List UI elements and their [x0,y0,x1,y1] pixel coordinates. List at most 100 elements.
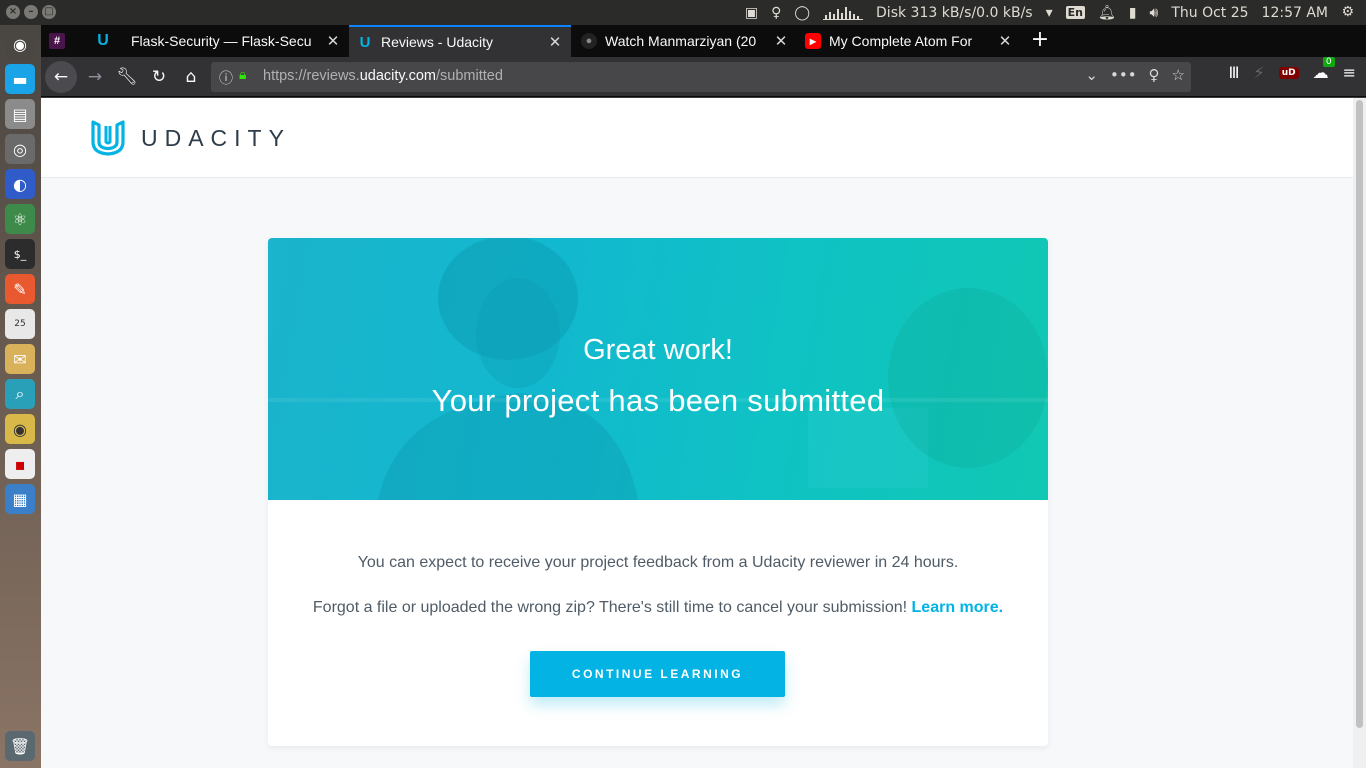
learn-more-link[interactable]: Learn more. [912,599,1004,616]
extension-icon[interactable]: ☁ 0 [1313,57,1335,82]
hero-background-illustration [268,238,1048,500]
library-icon[interactable]: Ⅲ [1228,63,1239,82]
power-gear-icon[interactable]: ⚙ [1341,4,1354,20]
feedback-info-text: You can expect to receive your project f… [357,554,959,571]
arrow-left-icon: ← [53,67,69,87]
continue-learning-button[interactable]: CONTINUE LEARNING [530,651,785,697]
browser-tools: Ⅲ ⚡︎ uD ☁ 0 ≡ [1228,57,1366,82]
document-viewer-icon[interactable]: ▪ [5,449,35,479]
trash-icon[interactable]: 🗑︎ [5,731,35,761]
lock-icon[interactable]: 🔒︎ [239,67,246,83]
firefox-icon[interactable]: ◐ [5,169,35,199]
youtube-icon: ▶ [805,33,821,49]
tab-watch-manmarziyan[interactable]: ● Watch Manmarziyan (20 ✕ [573,25,797,57]
forward-button[interactable]: → [81,63,109,91]
compass-icon[interactable]: ✎ [5,274,35,304]
close-tab-icon[interactable]: ✕ [547,33,563,51]
system-tray: ▣ ♀ ◯ Disk 313 kB/s/0.0 kB/s ▾ En 🔔︎ ▮ 🔊… [745,0,1366,25]
network-graph [823,6,864,20]
page-actions-icon[interactable]: ••• [1110,66,1137,84]
calendar-icon[interactable]: 25 [5,309,35,339]
arrow-right-icon: → [87,67,103,87]
system-top-panel: × – □ ▣ ♀ ◯ Disk 313 kB/s/0.0 kB/s ▾ En … [0,0,1366,25]
hero-subtitle: Your project has been submitted [431,383,885,418]
volume-icon[interactable]: 🔊︎ [1150,5,1159,21]
new-tab-button[interactable]: + [1028,29,1052,53]
wrench-icon: 🔧︎ [116,67,138,87]
tab-pinned-udacity[interactable]: U [87,25,123,57]
hero-title: Great work! [583,334,733,366]
mail-icon[interactable]: ✉ [5,344,35,374]
home-icon: ⌂ [185,67,197,87]
url-actions: ⌄ ••• ♀ ☆ [1085,66,1185,84]
window-controls: × – □ [6,5,56,19]
close-tab-icon[interactable]: ✕ [773,32,789,50]
tab-pinned-hash[interactable]: # [41,25,77,57]
close-window-button[interactable]: × [6,5,20,19]
terminal-icon[interactable]: $_ [5,239,35,269]
workspaces-icon[interactable]: ▦ [5,484,35,514]
page-scrollbar[interactable] [1353,98,1366,768]
home-button[interactable]: ⌂ [177,63,205,91]
files-icon[interactable]: ▬ [5,64,35,94]
date-indicator[interactable]: Thu Oct 25 [1171,5,1248,21]
close-tab-icon[interactable]: ✕ [997,32,1013,50]
page-viewport: UDACITY Great work! Your project has bee… [41,98,1353,768]
bookmark-star-icon[interactable]: ☆ [1172,66,1185,84]
udacity-icon: U [97,32,109,49]
minimize-window-button[interactable]: – [24,5,38,19]
scrollbar-thumb[interactable] [1356,100,1363,728]
tab-title: Flask-Security — Flask-Secu [131,33,312,49]
tab-atom-youtube[interactable]: ▶ My Complete Atom For ✕ [797,25,1021,57]
tab-reviews-udacity[interactable]: U Reviews - Udacity ✕ [349,25,571,57]
chevron-down-icon[interactable]: ⌄ [1085,66,1098,84]
file-manager-icon[interactable]: ▤ [5,99,35,129]
flash-icon[interactable]: ⚡︎ [1253,63,1264,82]
launcher: ◉ ▬ ▤ ◎ ◐ ⚛ $_ ✎ 25 ✉ ⌕ ◉ ▪ ▦ 🗑︎ [0,25,41,768]
keyboard-layout[interactable]: En [1065,6,1085,19]
url-prefix: https://reviews. [263,68,360,84]
site-header: UDACITY [41,98,1353,178]
screenshot-icon[interactable]: ▣ [745,5,758,21]
maximize-window-button[interactable]: □ [42,5,56,19]
reload-icon: ↻ [151,67,167,87]
music-icon[interactable]: ◉ [5,414,35,444]
search-icon[interactable]: ⌕ [5,379,35,409]
info-icon[interactable]: ⓘ [219,68,233,88]
tab-title: My Complete Atom For [829,33,973,49]
udacity-logo[interactable]: UDACITY [89,120,291,156]
clock[interactable]: 12:57 AM [1262,5,1328,21]
navigation-toolbar: ← → 🔧︎ ↻ ⌂ ⓘ 🔒︎ https://reviews.udacity.… [41,57,1366,97]
browser-tab-strip: # U Flask-Security — Flask-Secu ✕ U Revi… [41,25,1366,57]
reload-button[interactable]: ↻ [145,63,173,91]
bell-icon[interactable]: 🔔︎ [1098,5,1116,21]
disk-indicator[interactable]: Disk 313 kB/s/0.0 kB/s [876,5,1033,21]
atom-icon[interactable]: ⚛ [5,204,35,234]
close-tab-icon[interactable]: ✕ [325,32,341,50]
wifi-icon[interactable]: ▾ [1046,5,1053,21]
udacity-logo-icon [91,120,125,156]
hash-icon: # [49,33,65,49]
battery-icon[interactable]: ▮ [1129,5,1137,21]
back-button[interactable]: ← [45,61,77,93]
hamburger-menu-icon[interactable]: ≡ [1343,63,1356,82]
circle-indicator-icon[interactable]: ◯ [794,5,810,21]
url-text[interactable]: https://reviews.udacity.com/submitted [263,68,503,84]
lightbulb-icon[interactable]: ♀ [1149,66,1160,84]
lightbulb-icon[interactable]: ♀ [771,5,781,21]
submission-card: Great work! Your project has been submit… [268,238,1048,746]
ublock-icon[interactable]: uD [1278,66,1299,79]
cancel-info-text: Forgot a file or uploaded the wrong zip?… [312,599,908,616]
extension-badge: 0 [1322,57,1335,67]
url-domain: udacity.com [359,68,436,84]
tab-title: Watch Manmarziyan (20 [605,33,757,49]
disk-usage-icon[interactable]: ◎ [5,134,35,164]
url-bar[interactable]: ⓘ 🔒︎ https://reviews.udacity.com/submitt… [211,62,1191,92]
customize-button[interactable]: 🔧︎ [113,63,141,91]
logo-text: UDACITY [141,124,291,151]
url-path: /submitted [436,68,503,84]
globe-icon: ● [581,33,597,49]
ubuntu-dash-icon[interactable]: ◉ [5,29,35,59]
tab-flask-security[interactable]: Flask-Security — Flask-Secu ✕ [123,25,349,57]
hero-banner: Great work! Your project has been submit… [268,238,1048,500]
